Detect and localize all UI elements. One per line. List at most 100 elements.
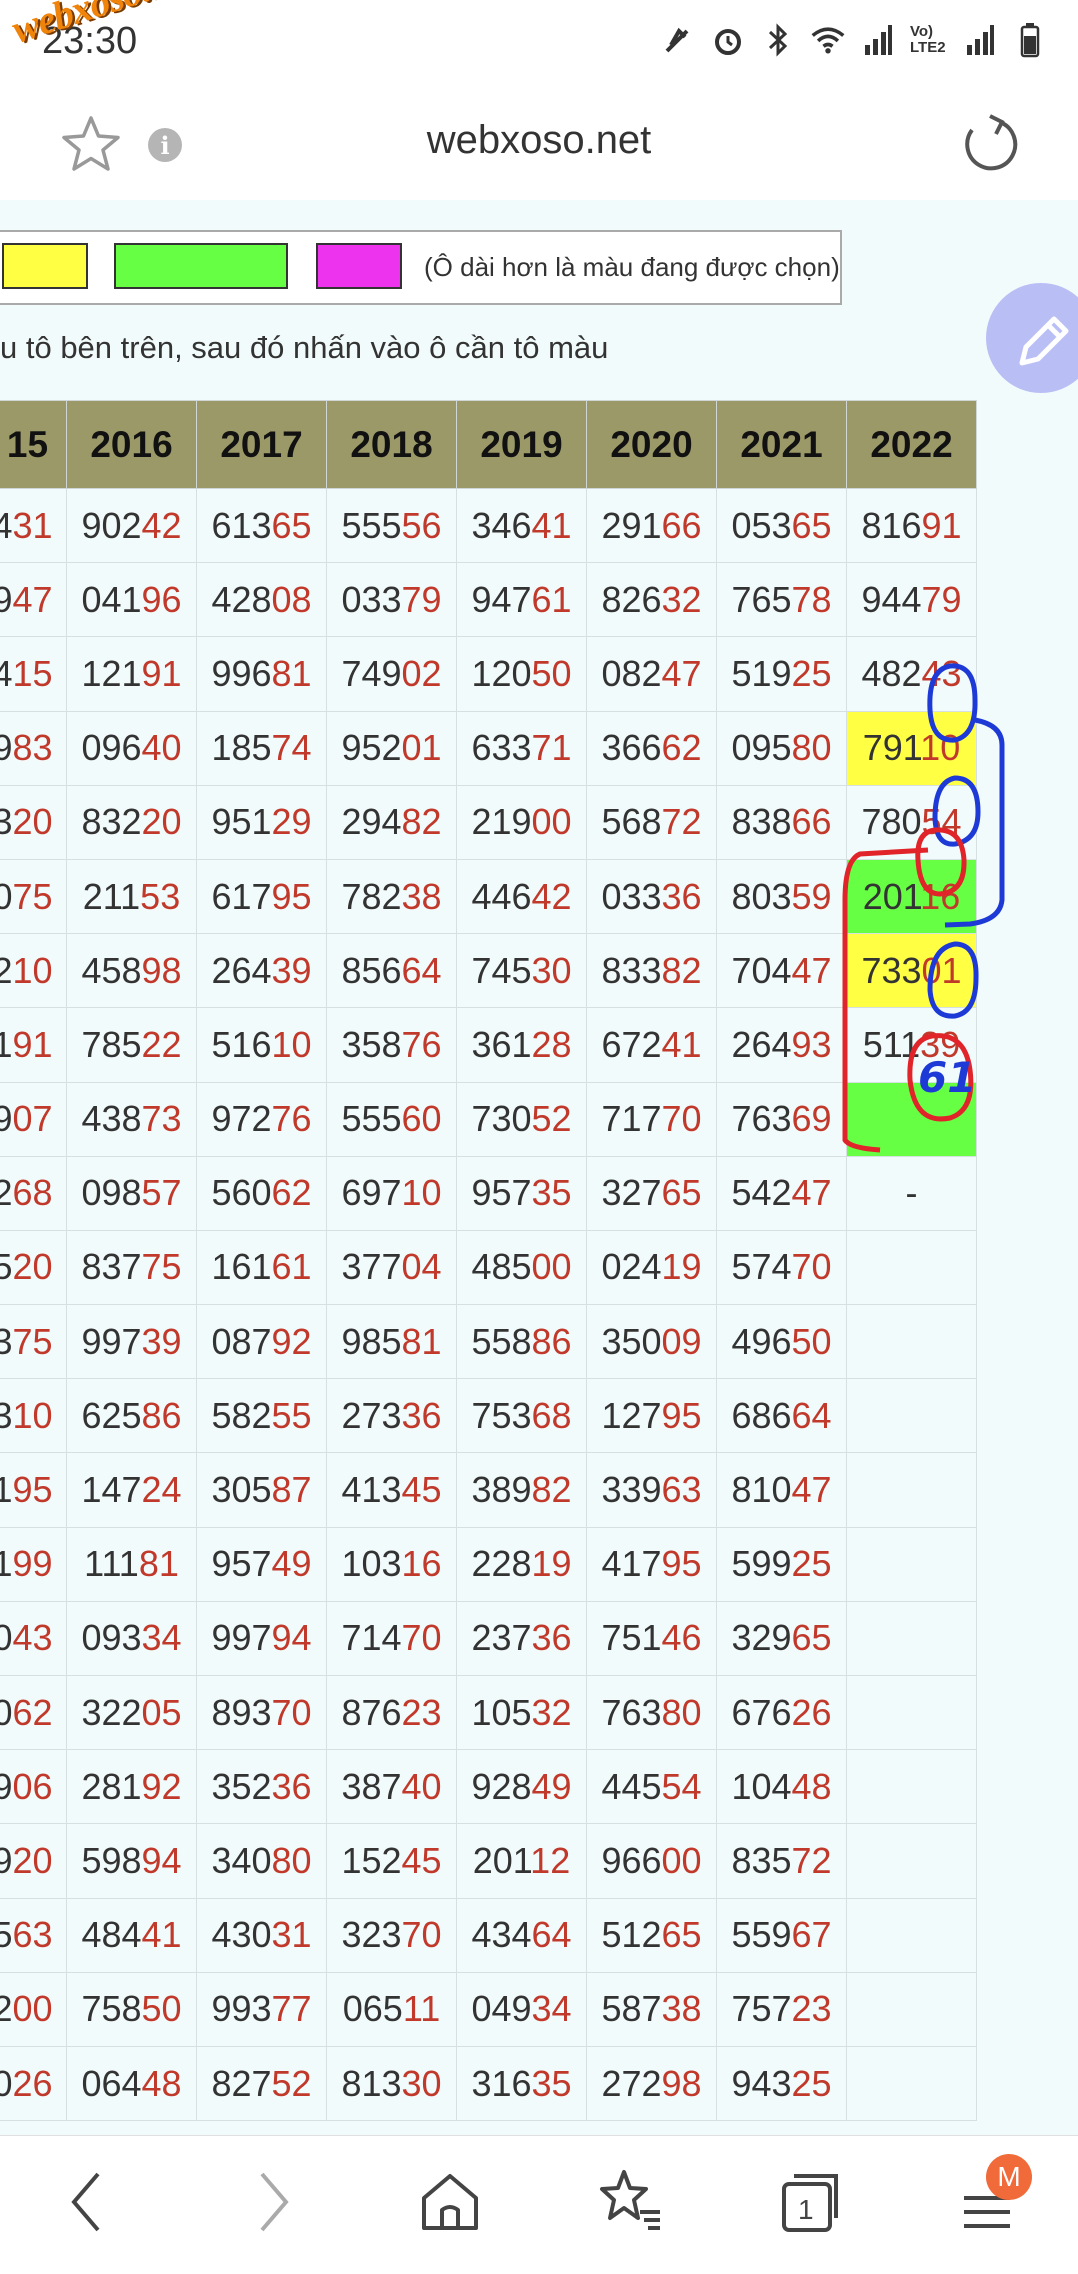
result-cell[interactable]: 51610 bbox=[196, 1007, 327, 1083]
result-cell[interactable]: 35876 bbox=[326, 1007, 457, 1083]
result-cell[interactable]: 59894 bbox=[66, 1823, 197, 1899]
result-cell[interactable]: 32765 bbox=[586, 1155, 717, 1231]
result-cell[interactable]: 43464 bbox=[456, 1897, 587, 1973]
result-cell[interactable]: 23736 bbox=[456, 1600, 587, 1677]
result-cell[interactable]: 63371 bbox=[456, 710, 587, 786]
result-cell[interactable] bbox=[846, 1452, 977, 1528]
result-cell[interactable]: 45898 bbox=[66, 933, 197, 1009]
profile-badge[interactable]: M bbox=[986, 2154, 1032, 2200]
result-cell[interactable]: 21153 bbox=[66, 858, 197, 935]
result-cell[interactable]: 10448 bbox=[716, 1749, 847, 1825]
result-cell[interactable]: 18574 bbox=[196, 710, 327, 786]
result-cell[interactable]: 55967 bbox=[716, 1897, 847, 1973]
result-cell[interactable]: 520 bbox=[0, 1229, 67, 1306]
result-cell[interactable] bbox=[846, 1081, 977, 1157]
result-cell[interactable] bbox=[846, 1971, 977, 2047]
result-cell[interactable]: 35009 bbox=[586, 1304, 717, 1380]
result-cell[interactable]: 71470 bbox=[326, 1600, 457, 1677]
result-cell[interactable]: 58255 bbox=[196, 1378, 327, 1454]
swatch-yellow[interactable] bbox=[2, 243, 88, 289]
bookmarks-button[interactable] bbox=[590, 2162, 670, 2242]
result-cell[interactable]: 99681 bbox=[196, 636, 327, 712]
result-cell[interactable]: 32205 bbox=[66, 1674, 197, 1751]
result-cell[interactable]: 75368 bbox=[456, 1378, 587, 1454]
result-cell[interactable]: 32370 bbox=[326, 1897, 457, 1973]
result-cell[interactable]: 20112 bbox=[456, 1823, 587, 1899]
edit-button[interactable] bbox=[986, 283, 1078, 393]
result-cell[interactable]: 02419 bbox=[586, 1229, 717, 1306]
result-cell[interactable]: 95129 bbox=[196, 784, 327, 860]
result-cell[interactable]: 375 bbox=[0, 1304, 67, 1380]
result-cell[interactable]: 74530 bbox=[456, 933, 587, 1009]
swatch-magenta[interactable] bbox=[316, 243, 402, 289]
result-cell[interactable]: 62586 bbox=[66, 1378, 197, 1454]
result-cell[interactable]: 48243 bbox=[846, 636, 977, 712]
result-cell[interactable] bbox=[846, 1749, 977, 1825]
result-cell[interactable]: 48500 bbox=[456, 1229, 587, 1306]
result-cell[interactable] bbox=[846, 1600, 977, 1677]
result-cell[interactable]: 74902 bbox=[326, 636, 457, 712]
home-button[interactable] bbox=[410, 2162, 490, 2242]
result-cell[interactable]: 48441 bbox=[66, 1897, 197, 1973]
result-cell[interactable]: 98581 bbox=[326, 1304, 457, 1380]
result-cell[interactable]: 75850 bbox=[66, 1971, 197, 2047]
result-cell[interactable]: - bbox=[846, 1155, 977, 1231]
result-cell[interactable]: 431 bbox=[0, 487, 67, 564]
result-cell[interactable]: 59925 bbox=[716, 1526, 847, 1602]
result-cell[interactable]: 32965 bbox=[716, 1600, 847, 1677]
result-cell[interactable]: 38740 bbox=[326, 1749, 457, 1825]
result-cell[interactable]: 85664 bbox=[326, 933, 457, 1009]
result-cell[interactable]: 907 bbox=[0, 1081, 67, 1157]
result-cell[interactable]: 44554 bbox=[586, 1749, 717, 1825]
result-cell[interactable]: 43031 bbox=[196, 1897, 327, 1973]
result-cell[interactable]: 20116 bbox=[846, 858, 977, 935]
result-cell[interactable]: 51139 bbox=[846, 1007, 977, 1083]
result-cell[interactable]: 71770 bbox=[586, 1081, 717, 1157]
result-cell[interactable]: 30587 bbox=[196, 1452, 327, 1528]
result-cell[interactable]: 11181 bbox=[66, 1526, 197, 1602]
result-cell[interactable]: 51265 bbox=[586, 1897, 717, 1973]
result-cell[interactable]: 043 bbox=[0, 1600, 67, 1677]
result-cell[interactable]: 27336 bbox=[326, 1378, 457, 1454]
site-title[interactable]: webxoso.net bbox=[0, 118, 1078, 163]
result-cell[interactable]: 26439 bbox=[196, 933, 327, 1009]
result-cell[interactable]: 08792 bbox=[196, 1304, 327, 1380]
result-cell[interactable]: 36128 bbox=[456, 1007, 587, 1083]
result-cell[interactable]: 81691 bbox=[846, 487, 977, 564]
result-cell[interactable]: 08247 bbox=[586, 636, 717, 712]
result-cell[interactable]: 09580 bbox=[716, 710, 847, 786]
result-cell[interactable]: 82632 bbox=[586, 562, 717, 638]
result-cell[interactable]: 94761 bbox=[456, 562, 587, 638]
result-cell[interactable]: 81330 bbox=[326, 2045, 457, 2122]
result-cell[interactable]: 73301 bbox=[846, 933, 977, 1009]
result-cell[interactable]: 191 bbox=[0, 1007, 67, 1083]
result-cell[interactable]: 026 bbox=[0, 2045, 67, 2122]
result-cell[interactable]: 33963 bbox=[586, 1452, 717, 1528]
result-cell[interactable]: 05365 bbox=[716, 487, 847, 564]
result-cell[interactable]: 55886 bbox=[456, 1304, 587, 1380]
result-cell[interactable]: 12050 bbox=[456, 636, 587, 712]
result-cell[interactable]: 82752 bbox=[196, 2045, 327, 2122]
result-cell[interactable]: 95735 bbox=[456, 1155, 587, 1231]
result-cell[interactable]: 56062 bbox=[196, 1155, 327, 1231]
result-cell[interactable]: 075 bbox=[0, 858, 67, 935]
result-cell[interactable]: 83382 bbox=[586, 933, 717, 1009]
result-cell[interactable]: 68664 bbox=[716, 1378, 847, 1454]
result-cell[interactable]: 99794 bbox=[196, 1600, 327, 1677]
result-cell[interactable]: 69710 bbox=[326, 1155, 457, 1231]
tabs-button[interactable]: 1 bbox=[770, 2162, 850, 2242]
result-cell[interactable]: 983 bbox=[0, 710, 67, 786]
result-cell[interactable] bbox=[846, 1378, 977, 1454]
result-cell[interactable]: 61795 bbox=[196, 858, 327, 935]
result-cell[interactable]: 28192 bbox=[66, 1749, 197, 1825]
result-cell[interactable]: 70447 bbox=[716, 933, 847, 1009]
result-cell[interactable]: 92849 bbox=[456, 1749, 587, 1825]
result-cell[interactable]: 76578 bbox=[716, 562, 847, 638]
result-cell[interactable]: 563 bbox=[0, 1897, 67, 1973]
result-cell[interactable]: 34641 bbox=[456, 487, 587, 564]
result-cell[interactable]: 29166 bbox=[586, 487, 717, 564]
result-cell[interactable]: 95749 bbox=[196, 1526, 327, 1602]
result-cell[interactable]: 78054 bbox=[846, 784, 977, 860]
result-cell[interactable]: 44642 bbox=[456, 858, 587, 935]
result-cell[interactable]: 34080 bbox=[196, 1823, 327, 1899]
